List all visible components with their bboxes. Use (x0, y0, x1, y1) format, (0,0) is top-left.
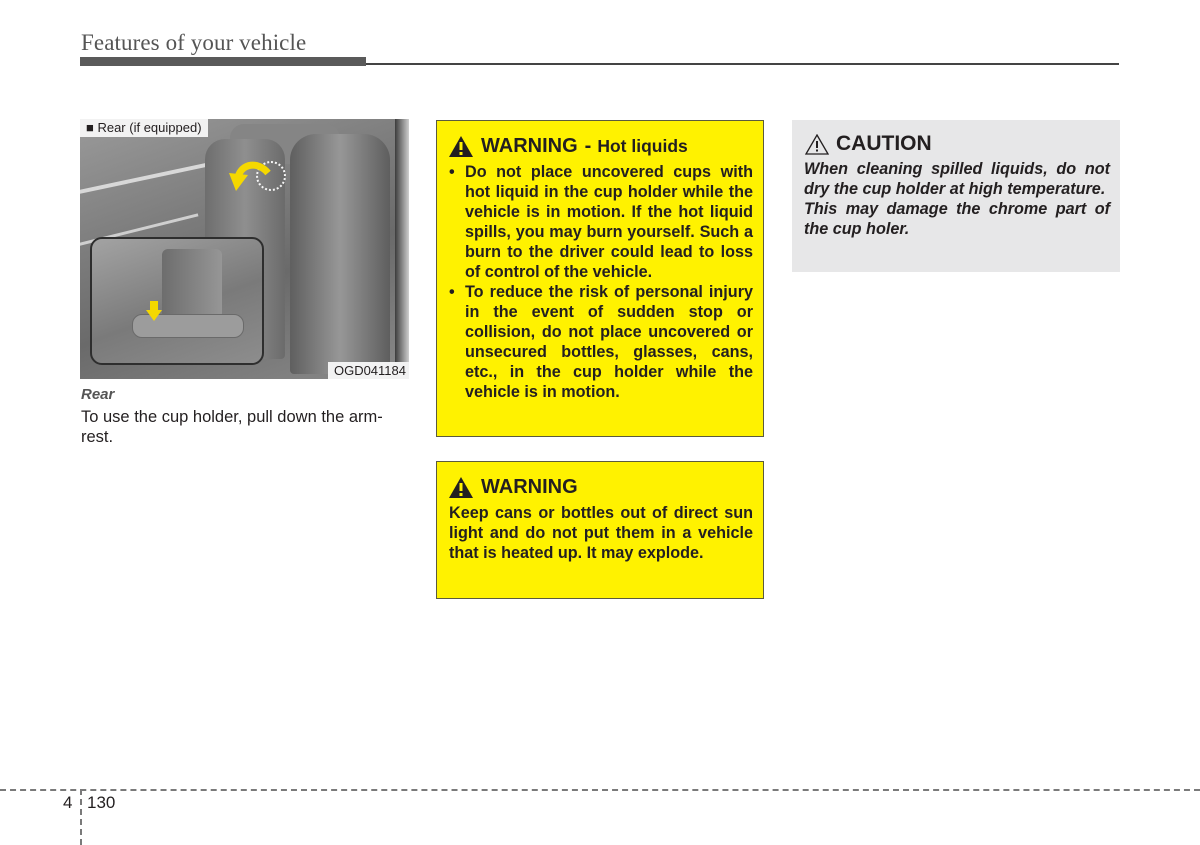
caution-paragraph: This may damage the chrome part of the c… (804, 200, 1110, 238)
rear-instructions: To use the cup holder, pull down the arm… (81, 408, 383, 446)
curved-arrow-icon (229, 161, 271, 191)
footer-vertical-divider (80, 789, 82, 845)
header-rule (366, 63, 1119, 65)
warning-text: Keep cans or bottles out of direct sun l… (449, 504, 753, 562)
warning-bullet: Do not place uncovered cups with hot liq… (449, 162, 753, 282)
figure-caption: ■ Rear (if equipped) (80, 119, 208, 137)
warning-separator: - (584, 135, 592, 157)
rear-seat-illustration: ■ Rear (if equipped) OGD041184 (80, 119, 409, 379)
figure-code: OGD041184 (327, 362, 409, 379)
door-pillar (395, 119, 409, 379)
caution-triangle-icon (805, 133, 829, 155)
header-bar (80, 57, 366, 66)
warning-label: WARNING (481, 476, 578, 498)
caution-paragraph: When cleaning spilled liquids, do not dr… (804, 160, 1110, 198)
warning-triangle-icon (449, 136, 473, 157)
warning-bullet: To reduce the risk of personal injury in… (449, 282, 753, 402)
warning-label: WARNING (481, 135, 578, 157)
warning-triangle-icon (449, 477, 473, 498)
section-title: Features of your vehicle (81, 30, 307, 55)
warning-hot-liquids-box: WARNING - Hot liquids Do not place uncov… (436, 120, 764, 437)
caution-text: When cleaning spilled liquids, do not dr… (804, 159, 1110, 239)
footer-divider (0, 789, 1200, 791)
chapter-number: 4 (63, 793, 73, 812)
warning-explode-box: WARNING Keep cans or bottles out of dire… (436, 461, 764, 599)
seat-back-right (290, 134, 390, 374)
caution-title: CAUTION (805, 132, 932, 156)
warning-title: WARNING (449, 476, 578, 499)
inset-seat-back (162, 249, 222, 319)
warning-subtitle: Hot liquids (597, 136, 688, 156)
armrest-detail-inset (90, 237, 264, 365)
caution-box: CAUTION When cleaning spilled liquids, d… (792, 120, 1120, 272)
down-arrow-icon (146, 301, 162, 321)
warning-title: WARNING - Hot liquids (449, 135, 688, 158)
page-number: 130 (87, 793, 116, 812)
door-trim-line (80, 162, 209, 196)
rear-heading: Rear (81, 386, 115, 403)
caution-label: CAUTION (836, 132, 932, 155)
warning-bullet-list: Do not place uncovered cups with hot liq… (449, 162, 753, 402)
